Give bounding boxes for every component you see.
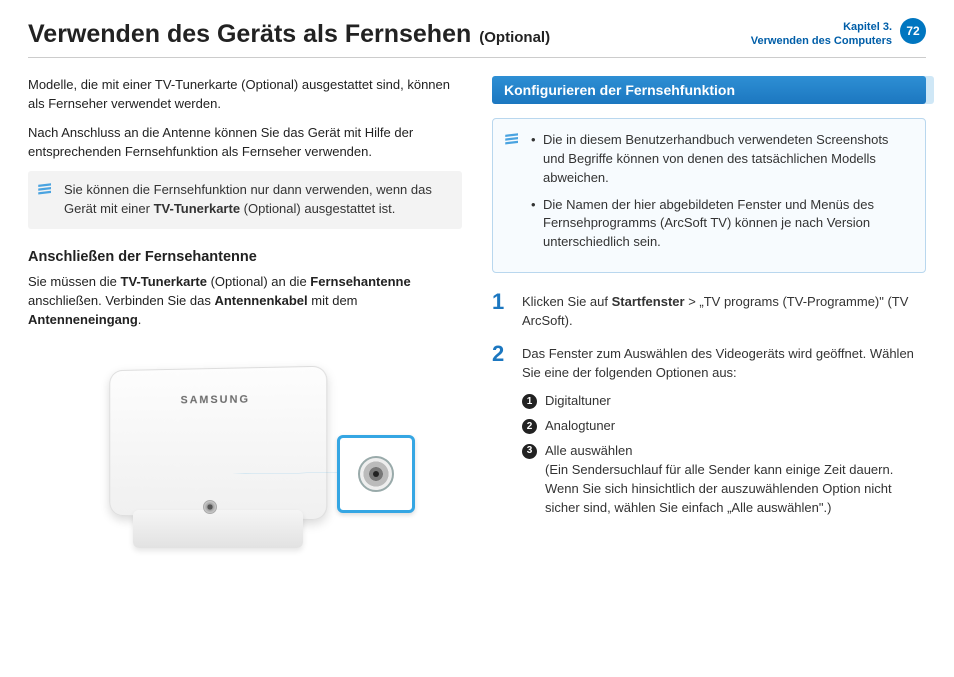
info-item-2: Die Namen der hier abgebildeten Fenster … (531, 196, 911, 253)
step1-pre: Klicken Sie auf (522, 294, 612, 309)
connect-text-3: anschließen. Verbinden Sie das (28, 293, 214, 308)
intro-paragraph-2: Nach Anschluss an die Antenne können Sie… (28, 124, 462, 162)
connect-bold-1: TV-Tunerkarte (121, 274, 207, 289)
connect-text-4: mit dem (308, 293, 358, 308)
connect-text-1: Sie müssen die (28, 274, 121, 289)
option-3-body: Alle auswählen (Ein Sendersuchlauf für a… (545, 442, 926, 517)
connect-bold-4: Antenneneingang (28, 312, 138, 327)
option-badge-1: 1 (522, 394, 537, 409)
step1-bold: Startfenster (612, 294, 685, 309)
connect-bold-3: Antennenkabel (214, 293, 307, 308)
page-number-badge: 72 (900, 18, 926, 44)
option-3-label: Alle auswählen (545, 442, 926, 461)
note-text-bold: TV-Tunerkarte (154, 201, 240, 216)
left-column: Modelle, die mit einer TV-Tunerkarte (Op… (28, 76, 462, 560)
step-2-body: Das Fenster zum Auswählen des Videogerät… (522, 345, 926, 524)
title-suffix: (Optional) (479, 29, 550, 46)
section-bar-configure-tv: Konfigurieren der Fernsehfunktion (492, 76, 926, 104)
option-badge-2: 2 (522, 419, 537, 434)
device-logo: SAMSUNG (181, 393, 251, 406)
page-title: Verwenden des Geräts als Fernsehen (28, 20, 471, 49)
antenna-port-callout (337, 435, 415, 513)
callout-line (217, 472, 347, 474)
step-1: 1 Klicken Sie auf Startfenster > „TV pro… (492, 293, 926, 331)
chapter-title: Verwenden des Computers (751, 34, 892, 48)
option-2: 2 Analogtuner (522, 417, 926, 436)
header-right: Kapitel 3. Verwenden des Computers 72 (751, 20, 926, 49)
note-text-post: (Optional) ausgestattet ist. (240, 201, 395, 216)
step-number-2: 2 (492, 343, 512, 524)
connect-bold-2: Fernsehantenne (310, 274, 410, 289)
step-1-body: Klicken Sie auf Startfenster > „TV progr… (522, 293, 926, 331)
option-3-note: (Ein Sendersuchlauf für alle Sender kann… (545, 461, 926, 518)
option-2-label: Analogtuner (545, 417, 926, 436)
connect-paragraph: Sie müssen die TV-Tunerkarte (Optional) … (28, 273, 462, 330)
option-1: 1 Digitaltuner (522, 392, 926, 411)
step-2: 2 Das Fenster zum Auswählen des Videoger… (492, 345, 926, 524)
connect-text-5: . (138, 312, 142, 327)
connect-text-2: (Optional) an die (207, 274, 310, 289)
device-monitor: SAMSUNG (109, 365, 327, 520)
chapter-label: Kapitel 3. (751, 20, 892, 34)
note-icon (36, 181, 54, 199)
step2-text: Das Fenster zum Auswählen des Videogerät… (522, 345, 926, 383)
option-1-label: Digitaltuner (545, 392, 926, 411)
info-item-1: Die in diesem Benutzerhandbuch verwendet… (531, 131, 911, 188)
right-column: Konfigurieren der Fernsehfunktion Die in… (492, 76, 926, 560)
antenna-port-zoom-icon (358, 456, 394, 492)
intro-paragraph-1: Modelle, die mit einer TV-Tunerkarte (Op… (28, 76, 462, 114)
antenna-port (203, 500, 217, 514)
option-list: 1 Digitaltuner 2 Analogtuner 3 Alle ausw… (522, 392, 926, 517)
product-figure: SAMSUNG (75, 350, 415, 560)
device-stand (133, 510, 303, 548)
option-3: 3 Alle auswählen (Ein Sendersuchlauf für… (522, 442, 926, 517)
subhead-connect-antenna: Anschließen der Fernsehantenne (28, 249, 462, 265)
option-badge-3: 3 (522, 444, 537, 459)
content-columns: Modelle, die mit einer TV-Tunerkarte (Op… (28, 76, 926, 560)
info-box-disclaimer: Die in diesem Benutzerhandbuch verwendet… (492, 118, 926, 273)
page-header: Verwenden des Geräts als Fernsehen (Opti… (28, 20, 926, 58)
note-box-tuner-required: Sie können die Fernsehfunktion nur dann … (28, 171, 462, 229)
chapter-meta: Kapitel 3. Verwenden des Computers (751, 20, 892, 49)
step-number-1: 1 (492, 291, 512, 331)
title-area: Verwenden des Geräts als Fernsehen (Opti… (28, 20, 550, 49)
note-icon (503, 131, 521, 149)
